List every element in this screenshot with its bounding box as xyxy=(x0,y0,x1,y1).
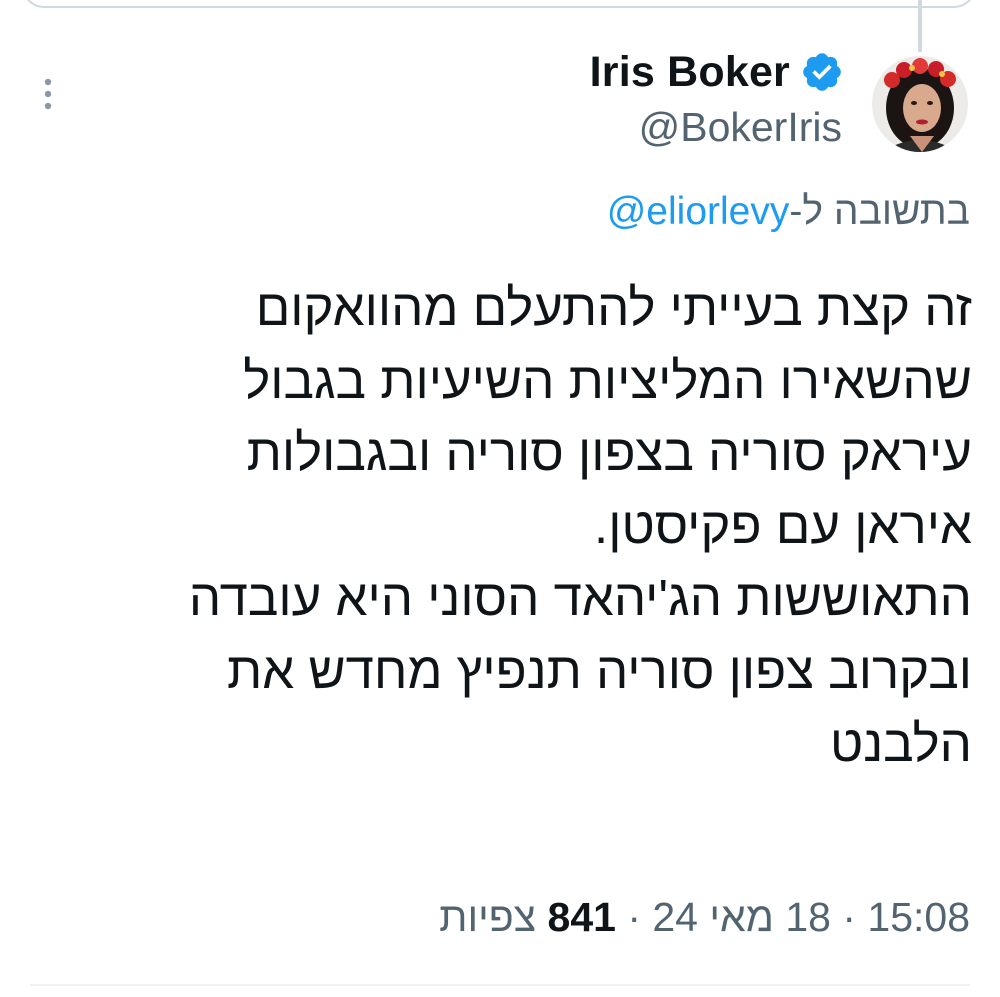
meta-separator: · xyxy=(615,894,653,940)
verified-badge-icon xyxy=(803,53,841,91)
reply-to-line: בתשובה ל-@eliorlevy xyxy=(607,190,970,234)
tweet-text-line: ובקרוב צפון סוריה תנפיץ מחדש את xyxy=(226,641,972,699)
tweet-time[interactable]: 15:08 xyxy=(867,894,970,940)
author-handle[interactable]: @BokerIris xyxy=(639,104,842,151)
tweet-text-line: עיראק סוריה בצפון סוריה ובגבולות xyxy=(246,424,972,482)
views-count: 841 xyxy=(547,894,616,940)
tweet-detail-view: Iris Boker @BokerIris בתשובה ל-@eliorlev… xyxy=(0,0,1000,997)
tweet-meta: 15:08 · 18 מאי 24 · 841 צפיות xyxy=(439,894,970,941)
tweet-text: זה קצת בעייתי להתעלם מהוואקום שהשאירו המ… xyxy=(22,272,972,780)
thread-connector-line xyxy=(918,0,922,52)
profile-photo-icon xyxy=(872,56,968,152)
reply-prefix: בתשובה ל- xyxy=(789,190,970,233)
divider xyxy=(30,984,970,986)
author-display-name[interactable]: Iris Boker xyxy=(590,48,790,97)
views-label: צפיות xyxy=(439,894,537,940)
meta-separator: · xyxy=(830,894,868,940)
tweet-text-line: איראן עם פקיסטן. xyxy=(594,496,972,554)
quoted-tweet-card[interactable] xyxy=(22,0,976,8)
author-name-row[interactable]: Iris Boker xyxy=(590,44,844,100)
tweet-text-line: שהשאירו המליציות השיעיות בגבול xyxy=(243,351,972,409)
tweet-text-line: הלבנט xyxy=(830,714,972,772)
more-options-icon[interactable] xyxy=(38,76,58,116)
tweet-text-line: זה קצת בעייתי להתעלם מהוואקום xyxy=(255,279,972,336)
tweet-date[interactable]: 18 מאי 24 xyxy=(652,894,831,940)
tweet-text-line: התאוששות הג'יהאד הסוני היא עובדה xyxy=(188,569,972,627)
reply-mention-link[interactable]: @eliorlevy xyxy=(607,190,790,233)
avatar[interactable] xyxy=(872,56,968,152)
